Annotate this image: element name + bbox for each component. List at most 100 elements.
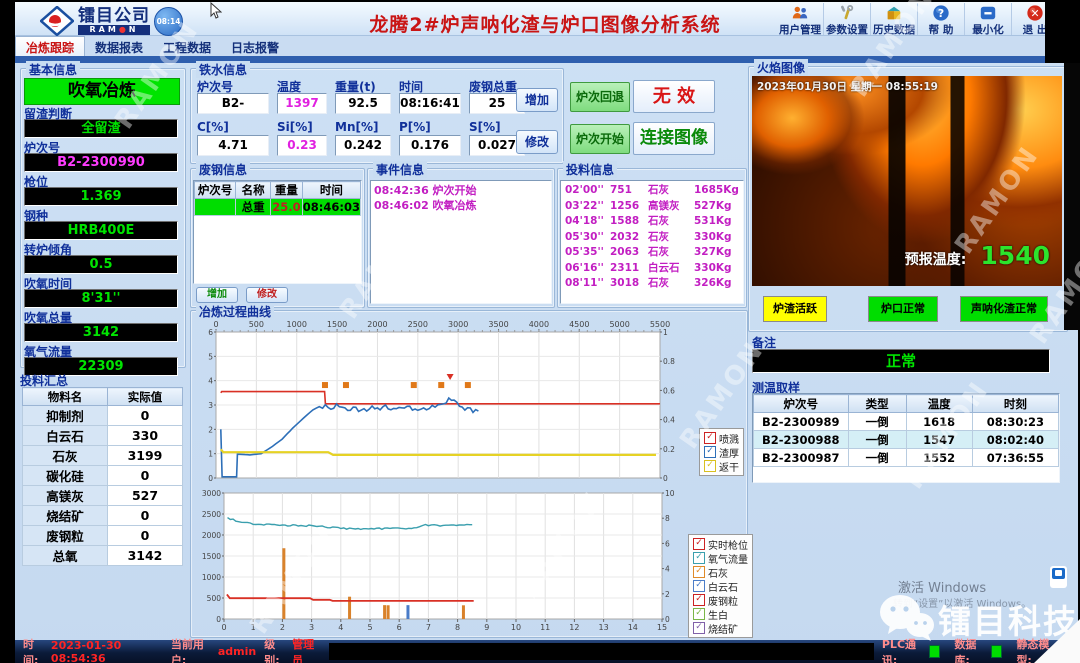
field-value: HRB400E [24, 221, 178, 240]
svg-text:12: 12 [569, 623, 579, 632]
sampling-col-header: 类型 [848, 395, 906, 413]
svg-text:3: 3 [208, 401, 213, 410]
svg-text:3000: 3000 [448, 320, 468, 329]
svg-text:?: ? [938, 7, 944, 20]
legend-checkbox[interactable]: ✓ [704, 446, 716, 458]
feeding-item: 08'11''3018石灰326Kg [561, 276, 743, 292]
svg-text:1000: 1000 [287, 320, 307, 329]
hot-metal-field: 炉次号B2-2300989 [197, 78, 269, 114]
table-row[interactable]: 碳化硅0 [23, 466, 183, 486]
feed-value-cell: 0 [108, 506, 183, 526]
tab-1[interactable]: 数据报表 [85, 37, 153, 57]
tab-0[interactable]: 冶炼跟踪 [15, 36, 85, 57]
field-value[interactable]: 1397 [277, 93, 327, 114]
field-value[interactable]: B2-2300989 [197, 93, 269, 114]
svg-text:0: 0 [216, 615, 221, 624]
field-label: 钢种 [24, 207, 178, 221]
hot-metal-field: P[%]0.176 [399, 120, 461, 156]
table-row[interactable]: 总氧3142 [23, 546, 183, 566]
page-title: 龙腾2#炉声呐化渣与炉口图像分析系统 [300, 10, 790, 37]
teamviewer-icon[interactable] [1050, 566, 1067, 588]
app-root: 镭目公司 RAM●N 08:14 龙腾2#炉声呐化渣与炉口图像分析系统 用户管理… [0, 0, 1080, 663]
field-value[interactable]: 92.5 [335, 93, 391, 114]
table-row[interactable]: B2-2300989一倒161808:30:23 [754, 413, 1059, 431]
sampling-col-header: 炉次号 [754, 395, 849, 413]
connect-image-button[interactable]: 连接图像 [633, 122, 715, 155]
feeding-item: 02'00''751石灰1685Kg [561, 183, 743, 199]
logo-sub-text: RAM●N [78, 25, 150, 35]
legend-checkbox[interactable]: ✓ [704, 432, 716, 444]
table-row[interactable]: 抑制剂0 [23, 406, 183, 426]
field-value[interactable]: 08:16:41 [399, 93, 461, 114]
field-value[interactable]: 4.71 [197, 135, 269, 156]
field-label: 转炉倾角 [24, 241, 178, 255]
heat-start-button[interactable]: 炉次开始 [570, 124, 630, 154]
hot-metal-modify-button[interactable]: 修改 [516, 130, 558, 154]
feed-name-cell: 废钢粒 [23, 526, 108, 546]
legend-checkbox[interactable]: ✓ [693, 566, 705, 578]
sonar-normal-status-button[interactable]: 声呐化渣正常 [960, 296, 1048, 322]
plc-status-indicator [929, 645, 941, 658]
table-row[interactable]: 烧结矿0 [23, 506, 183, 526]
legend-label: 实时枪位 [708, 537, 748, 552]
legend-checkbox[interactable]: ✓ [693, 594, 705, 606]
hot-metal-add-button[interactable]: 增加 [516, 88, 558, 112]
slag-active-status-button[interactable]: 炉渣活跃 [763, 296, 827, 322]
hot-metal-row1: 炉次号B2-2300989温度1397重量(t)92.5时间08:16:41废钢… [197, 78, 525, 114]
field-value[interactable]: 0.23 [277, 135, 327, 156]
svg-text:1500: 1500 [327, 320, 347, 329]
user-value: admin [218, 645, 256, 658]
legend-checkbox[interactable]: ✓ [693, 552, 705, 564]
legend-label: 喷溅 [719, 431, 739, 446]
basic-field: 吹氧总量3142 [24, 309, 178, 342]
table-row[interactable]: B2-2300987一倒155207:36:55 [754, 449, 1059, 467]
field-value[interactable]: 0.176 [399, 135, 461, 156]
mouth-normal-status-button[interactable]: 炉口正常 [868, 296, 938, 322]
table-row[interactable]: 废钢粒0 [23, 526, 183, 546]
heat-invalid-button[interactable]: 无 效 [633, 80, 715, 113]
svg-text:8: 8 [455, 623, 460, 632]
legend-checkbox[interactable]: ✓ [693, 580, 705, 592]
feed-col-header: 实际值 [108, 388, 183, 406]
table-row[interactable]: 白云石330 [23, 426, 183, 446]
user-label: 当前用户: [171, 636, 213, 663]
scrap-add-button[interactable]: 增加 [196, 287, 238, 303]
tab-3[interactable]: 日志报警 [221, 37, 289, 57]
table-row[interactable]: 总重25.008:46:03 [195, 199, 361, 216]
field-label: 时间 [399, 78, 461, 93]
table-row[interactable]: 石灰3199 [23, 446, 183, 466]
legend-checkbox[interactable]: ✓ [693, 538, 705, 550]
toolbar-minimize-button[interactable]: 最小化 [965, 3, 1012, 35]
legend-checkbox[interactable]: ✓ [693, 608, 705, 620]
field-label: 氧气流量 [24, 343, 178, 357]
chart-bottom-legend: ✓实时枪位✓氧气流量✓石灰✓白云石✓废钢粒✓生白✓烧结矿 [688, 534, 753, 638]
table-row[interactable]: 高镁灰527 [23, 486, 183, 506]
legend-item: ✓渣厚 [704, 445, 739, 459]
tab-2[interactable]: 工程数据 [153, 37, 221, 57]
toolbar-help-button[interactable]: ?帮 助 [918, 3, 965, 35]
toolbar-label: 最小化 [965, 22, 1011, 37]
field-label: C[%] [197, 120, 269, 135]
hot-metal-field: Si[%]0.23 [277, 120, 327, 156]
svg-text:2000: 2000 [202, 531, 221, 540]
scrap-modify-button[interactable]: 修改 [246, 287, 288, 303]
svg-text:5000: 5000 [609, 320, 629, 329]
svg-text:2500: 2500 [408, 320, 428, 329]
field-label: Si[%] [277, 120, 327, 135]
svg-text:13: 13 [599, 623, 609, 632]
svg-text:0.2: 0.2 [663, 445, 675, 454]
toolbar-history-button[interactable]: 历史数据 [871, 3, 918, 35]
feed-value-cell: 527 [108, 486, 183, 506]
heat-rollback-button[interactable]: 炉次回退 [570, 82, 630, 112]
toolbar-users-button[interactable]: 用户管理 [777, 3, 824, 35]
table-row[interactable]: B2-2300988一倒154708:02:40 [754, 431, 1059, 449]
basic-field: 吹氧时间8'31'' [24, 275, 178, 308]
legend-checkbox[interactable]: ✓ [693, 622, 705, 634]
legend-checkbox[interactable]: ✓ [704, 460, 716, 472]
field-value[interactable]: 0.242 [335, 135, 391, 156]
svg-text:2500: 2500 [202, 510, 221, 519]
sampling-cell: B2-2300989 [754, 413, 849, 431]
feeding-title: 投料信息 [563, 161, 617, 178]
toolbar-wrench-button[interactable]: 参数设置 [824, 3, 871, 35]
svg-text:6: 6 [665, 539, 670, 548]
